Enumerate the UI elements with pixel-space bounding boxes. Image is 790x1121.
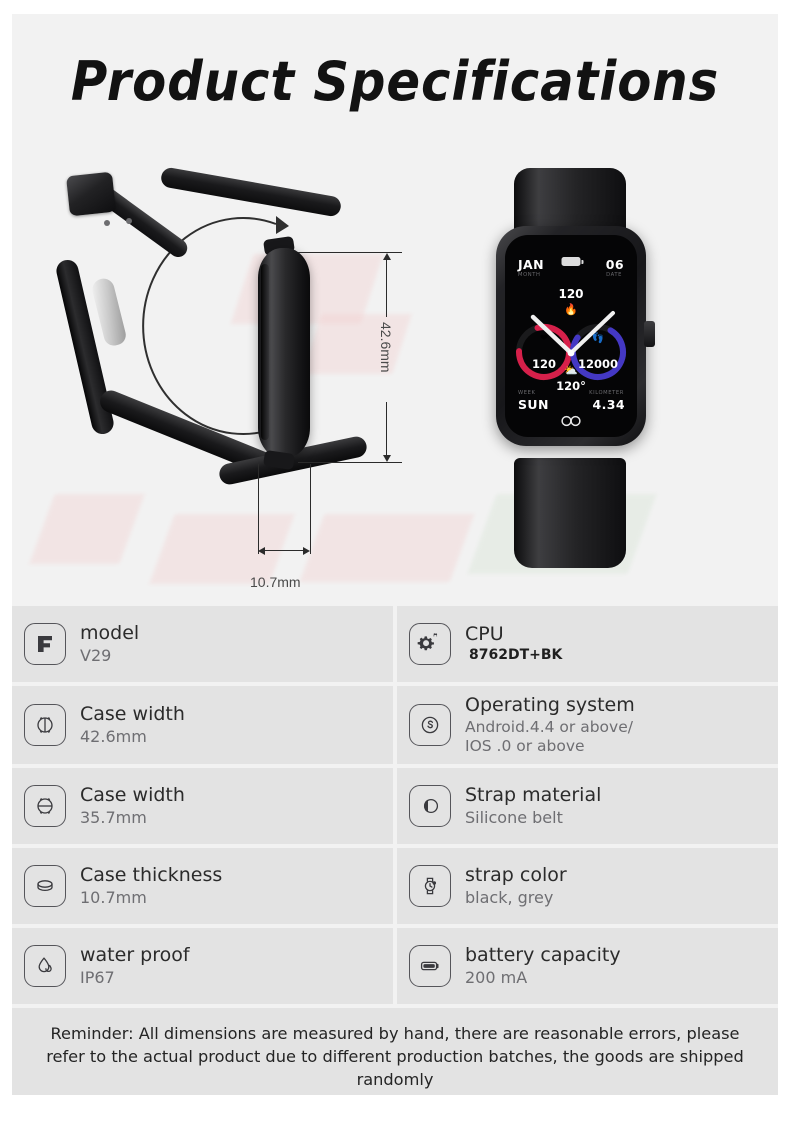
gears-icon [409, 623, 451, 665]
battery-icon [409, 945, 451, 988]
spec-text: strap color black, grey [465, 864, 567, 908]
spec-value: 8762DT+BK [469, 647, 563, 664]
spec-row: Case width 42.6mm Operating system Andro… [12, 686, 778, 765]
dim-arrow-up [383, 253, 391, 260]
spec-value: IP67 [80, 968, 115, 988]
case-thickness-icon [24, 865, 66, 908]
watchface-kilometer-label: KILOMETER [589, 390, 624, 396]
spec-text: Strap material Silicone belt [465, 784, 602, 828]
spec-cell-case-width: Case width 42.6mm [12, 686, 393, 765]
page-title: Product Specifications [70, 50, 720, 113]
watch-front-view-group: JAN MONTH 06 DATE 120 🔥 ❤ 120 👣 12000 ⛅ … [464, 168, 714, 568]
spec-text: CPU 8762DT+BK [465, 622, 563, 664]
spec-label: Case thickness [80, 864, 223, 887]
spec-label: water proof [80, 944, 190, 967]
spec-label: model [80, 621, 140, 644]
os-circle-s-icon [409, 704, 451, 747]
spec-row: Case width 35.7mm Strap material Silicon… [12, 768, 778, 845]
model-tag-icon [24, 623, 66, 665]
spec-text: battery capacity 200 mA [465, 944, 621, 988]
strap-material-icon [409, 785, 451, 828]
spec-value: 10.7mm [80, 888, 147, 908]
spec-cell-strap-material: Strap material Silicone belt [397, 768, 778, 845]
spec-value: Android.4.4 or above/ IOS .0 or above [465, 718, 633, 755]
spec-cell-case-height: Case width 35.7mm [12, 768, 393, 845]
spec-value: 42.6mm [80, 727, 147, 747]
clasp-pin [126, 218, 132, 224]
spec-value: 200 mA [465, 968, 528, 988]
water-drop-icon [24, 945, 66, 988]
content-canvas: Product Specifications 42.6mm 10.7mm JAN… [12, 14, 778, 1095]
watch-case-side-profile [258, 248, 310, 458]
spec-label: Operating system [465, 694, 635, 716]
spec-value: Silicone belt [465, 808, 563, 828]
dim-line-lower [386, 402, 388, 458]
strap-bottom [514, 458, 626, 568]
crown-button[interactable] [644, 321, 655, 347]
dim-line-upper [386, 257, 388, 317]
spec-row: water proof IP67 battery capacity 200 mA [12, 928, 778, 1005]
spec-value: V29 [80, 646, 112, 666]
spec-cell-case-thickness: Case thickness 10.7mm [12, 848, 393, 925]
watch-case-front: JAN MONTH 06 DATE 120 🔥 ❤ 120 👣 12000 ⛅ … [496, 226, 655, 446]
height-dimension-label: 42.6mm [378, 322, 394, 373]
dim-tick-bottom [298, 462, 402, 464]
watchface-week-value: SUN [518, 397, 549, 412]
spec-cell-water-proof: water proof IP67 [12, 928, 393, 1005]
reminder-note: Reminder: All dimensions are measured by… [12, 1008, 778, 1095]
spec-label: battery capacity [465, 944, 621, 967]
link-chain-icon [561, 415, 581, 427]
spec-label: Case width [80, 784, 185, 807]
spec-cell-os: Operating system Android.4.4 or above/ I… [397, 686, 778, 765]
spec-text: water proof IP67 [80, 944, 190, 988]
clasp-pin [104, 220, 110, 226]
spec-label: Strap material [465, 784, 602, 807]
spec-row: Case thickness 10.7mm strap color black,… [12, 848, 778, 925]
spec-label: strap color [465, 864, 567, 887]
spec-cell-model: model V29 [12, 606, 393, 682]
spec-text: Case width 35.7mm [80, 784, 185, 828]
spec-label: Case width [80, 703, 185, 725]
dim-arrow-down [383, 455, 391, 462]
spec-label: CPU [465, 622, 504, 645]
spec-cell-cpu: CPU 8762DT+BK [397, 606, 778, 682]
spec-text: Operating system Android.4.4 or above/ I… [465, 694, 635, 755]
dim-arrow-left [258, 547, 265, 555]
case-width-icon [24, 704, 66, 747]
dim-tick-left [258, 464, 260, 554]
spec-cell-battery: battery capacity 200 mA [397, 928, 778, 1005]
product-spec-page: Product Specifications 42.6mm 10.7mm JAN… [0, 0, 790, 1121]
spec-value: 35.7mm [80, 808, 147, 828]
dim-line-horizontal [262, 550, 306, 552]
spec-text: Case width 42.6mm [80, 703, 185, 747]
strap-clasp [66, 171, 116, 217]
thickness-dimension-label: 10.7mm [250, 574, 301, 590]
watch-screen: JAN MONTH 06 DATE 120 🔥 ❤ 120 👣 12000 ⛅ … [505, 235, 637, 437]
dim-arrow-right [303, 547, 310, 555]
spec-text: Case thickness 10.7mm [80, 864, 223, 908]
page-title-wrapper: Product Specifications [12, 50, 778, 113]
watchface-week-label: WEEK [518, 390, 536, 396]
sun-cloud-icon: ⛅ [564, 364, 578, 377]
spec-row: model V29 CPU 8762DT+BK [12, 606, 778, 682]
case-height-icon [24, 785, 66, 828]
spec-value: black, grey [465, 888, 554, 908]
watch-color-icon [409, 865, 451, 908]
dim-tick-right [310, 464, 312, 554]
product-hero: 42.6mm 10.7mm JAN MONTH 06 DATE 120 🔥 ❤ … [12, 164, 778, 604]
spec-cell-strap-color: strap color black, grey [397, 848, 778, 925]
watchface-kilometer-value: 4.34 [592, 397, 625, 412]
spec-text: model V29 [80, 621, 140, 666]
specifications-table: model V29 CPU 8762DT+BK Case width 42.6m… [12, 606, 778, 1095]
